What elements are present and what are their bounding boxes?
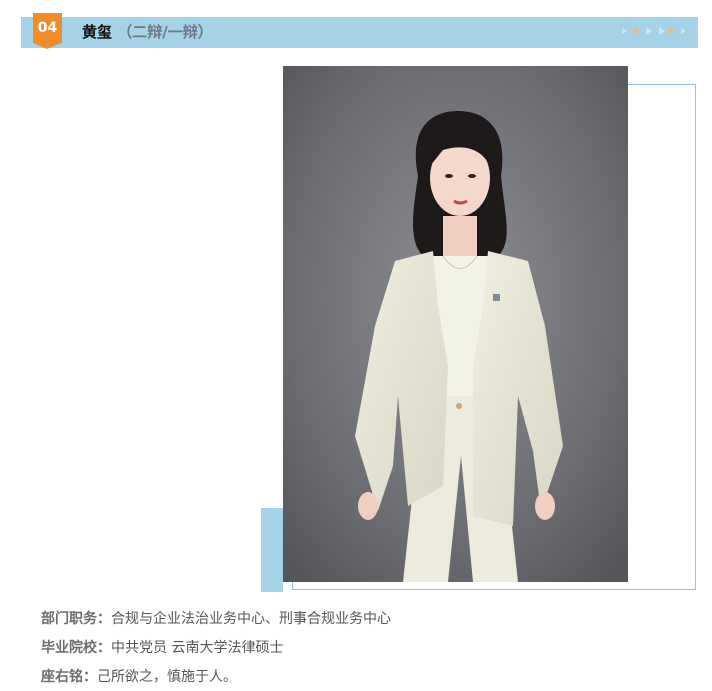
school-value: 中共党员 云南大学法律硕士 [111, 640, 284, 656]
department-line: 部门职务：合规与企业法治业务中心、刑事合规业务中心 [41, 608, 391, 630]
motto-value: 己所欲之，慎施于人。 [97, 669, 237, 685]
department-value: 合规与企业法治业务中心、刑事合规业务中心 [111, 611, 391, 627]
decorative-blue-block [261, 508, 283, 592]
member-role: （二辩/一辩） [117, 23, 213, 41]
department-label: 部门职务： [41, 611, 111, 627]
motto-line: 座右铭：己所欲之，慎施于人。 [41, 666, 237, 688]
member-photo [283, 66, 628, 582]
member-name: 黄玺 [82, 23, 113, 41]
number-badge-text: 04 [37, 20, 58, 36]
member-title: 黄玺 （二辩/一辩） [82, 22, 213, 42]
school-label: 毕业院校： [41, 640, 111, 656]
arrow-decoration-icon [622, 27, 686, 35]
number-badge: 04 [33, 13, 62, 49]
school-line: 毕业院校：中共党员 云南大学法律硕士 [41, 637, 283, 659]
motto-label: 座右铭： [41, 669, 97, 685]
